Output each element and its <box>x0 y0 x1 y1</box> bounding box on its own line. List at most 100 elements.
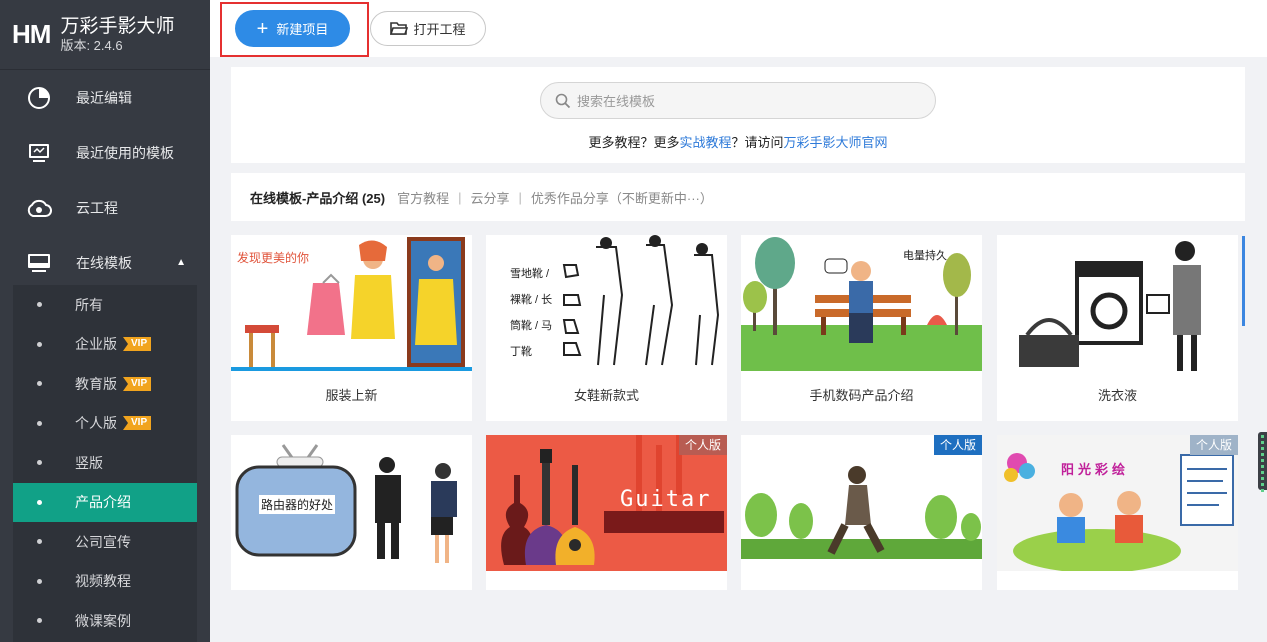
subnav-item-personal[interactable]: 个人版 VIP <box>13 404 197 444</box>
subnav-item-company-promo[interactable]: 公司宣传 <box>13 522 197 562</box>
tab-separator: | <box>518 189 522 205</box>
nav-label: 在线模板 <box>76 254 132 271</box>
thumb-caption: 路由器的好处 <box>259 495 336 514</box>
official-site-link[interactable]: 万彩手影大师官网 <box>784 135 888 150</box>
card-title: 女鞋新款式 <box>573 388 639 403</box>
template-card[interactable]: 电量持久 手机数码产品介绍 <box>741 235 982 421</box>
card-thumbnail: 个人版 <box>741 435 982 571</box>
thumb-caption: 雪地靴 / 裸靴 / 长筒靴 / 马丁靴 <box>510 268 553 358</box>
brand: HM 万彩手影大师 版本: 2.4.6 <box>0 0 210 70</box>
bullet-icon <box>37 499 42 505</box>
vip-badge: VIP <box>123 376 152 391</box>
nav-online-templates[interactable]: 在线模板 ▲ <box>0 235 210 290</box>
bullet-icon <box>37 578 42 584</box>
card-thumbnail: 雪地靴 / 裸靴 / 长筒靴 / 马丁靴 <box>486 235 727 371</box>
nav-recent-edit[interactable]: 最近编辑 <box>0 70 210 125</box>
template-card[interactable]: 路由器的好处 <box>231 435 472 590</box>
vip-badge: VIP <box>123 416 152 431</box>
card-thumbnail: Guitar 个人版 <box>486 435 727 571</box>
template-card[interactable]: 阳光彩绘 个人版 <box>997 435 1238 590</box>
template-card[interactable]: Guitar 个人版 <box>486 435 727 590</box>
template-card[interactable]: 发现更美的你 服装上新 <box>231 235 472 421</box>
subnav-label: 视频教程 <box>75 573 131 590</box>
search-icon <box>555 93 571 108</box>
subnav-item-vertical[interactable]: 竖版 <box>13 443 197 483</box>
card-title <box>997 571 1238 621</box>
tab-product-intro[interactable]: 在线模板-产品介绍 (25) <box>250 188 385 207</box>
tutorial-link[interactable]: 实战教程 <box>679 135 731 150</box>
app-name: 万彩手影大师 <box>60 15 175 37</box>
nav-cloud-projects[interactable]: 云工程 <box>0 180 210 235</box>
thumb-caption: 电量持久 <box>903 250 947 262</box>
bullet-icon <box>37 302 42 308</box>
subnav-label: 公司宣传 <box>75 533 131 550</box>
search-panel: 搜索在线模板 更多教程？更多实战教程？请访问万彩手影大师官网 <box>231 67 1245 163</box>
app-logo: HM <box>12 19 51 49</box>
bullet-icon <box>37 341 42 347</box>
card-thumbnail: 电量持久 <box>741 235 982 371</box>
subnav-label: 企业版 <box>75 336 117 353</box>
personal-badge: 个人版 <box>678 435 727 455</box>
template-tabs: 在线模板-产品介绍 (25) 官方教程 | 云分享 | 优秀作品分享（不断更新中… <box>231 173 1245 221</box>
bullet-icon <box>37 618 42 624</box>
help-text-2: ？请访问 <box>731 135 784 150</box>
bullet-icon <box>37 381 42 387</box>
personal-badge: 个人版 <box>933 435 982 455</box>
search-input[interactable]: 搜索在线模板 <box>540 82 936 119</box>
plus-icon: + <box>256 17 269 40</box>
card-title: 服装上新 <box>325 388 378 403</box>
thumb-caption: 阳光彩绘 <box>1061 462 1130 477</box>
personal-badge: 个人版 <box>1189 435 1238 455</box>
side-widget[interactable] <box>1258 432 1267 492</box>
subnav-label: 所有 <box>75 296 103 313</box>
subnav-label: 个人版 <box>75 415 117 432</box>
cloud-icon <box>26 195 52 221</box>
open-project-label: 打开工程 <box>413 22 466 37</box>
bullet-icon <box>37 420 42 426</box>
app-window: HM 万彩手影大师 版本: 2.4.6 最近编辑 最近使用的模板 云工程 在线模… <box>0 0 1267 642</box>
clock-pie-icon <box>26 85 52 111</box>
nav-label: 云工程 <box>76 199 118 216</box>
scrollbar-thumb[interactable] <box>1242 236 1245 326</box>
thumb-caption: Guitar <box>620 487 712 512</box>
subnav-item-product-intro[interactable]: 产品介绍 <box>13 482 197 522</box>
subnav-list: 所有 企业版 VIP 教育版 VIP 个人版 VIP 竖版 产品介绍 公司宣传 视频教… <box>13 285 197 642</box>
card-title <box>231 571 472 621</box>
subnav-label: 教育版 <box>75 375 117 392</box>
card-title <box>486 571 727 621</box>
tab-official-tutorials[interactable]: 官方教程 <box>397 188 449 207</box>
caret-up-icon[interactable]: ▲ <box>176 257 186 268</box>
new-project-button[interactable]: + 新建项目 <box>235 10 350 47</box>
help-text: 更多教程？更多实战教程？请访问万彩手影大师官网 <box>231 132 1245 151</box>
card-title: 洗衣液 <box>1097 388 1137 403</box>
card-thumbnail: 路由器的好处 <box>231 435 472 571</box>
bullet-icon <box>37 460 42 466</box>
new-project-label: 新建项目 <box>276 22 329 37</box>
card-title <box>741 571 982 621</box>
help-text-1: 更多教程？更多 <box>588 135 680 150</box>
template-card[interactable]: 个人版 <box>741 435 982 590</box>
vip-badge: VIP <box>123 337 152 352</box>
open-project-button[interactable]: 打开工程 <box>370 11 486 46</box>
sidebar: HM 万彩手影大师 版本: 2.4.6 最近编辑 最近使用的模板 云工程 在线模… <box>0 0 210 642</box>
card-thumbnail <box>997 235 1238 371</box>
template-card[interactable]: 雪地靴 / 裸靴 / 长筒靴 / 马丁靴 女鞋新款式 <box>486 235 727 421</box>
tab-separator: | <box>458 189 462 205</box>
card-thumbnail: 阳光彩绘 个人版 <box>997 435 1238 571</box>
subnav-item-enterprise[interactable]: 企业版 VIP <box>13 325 197 365</box>
nav-recent-templates[interactable]: 最近使用的模板 <box>0 125 210 180</box>
subnav-item-education[interactable]: 教育版 VIP <box>13 364 197 404</box>
subnav-label: 竖版 <box>75 454 103 471</box>
subnav-item-video-tutorials[interactable]: 视频教程 <box>13 562 197 602</box>
tab-cloud-share[interactable]: 云分享 <box>470 188 509 207</box>
nav-label: 最近使用的模板 <box>76 144 174 161</box>
tab-featured-works[interactable]: 优秀作品分享（不断更新中···） <box>531 188 713 207</box>
subnav-item-micro-lessons[interactable]: 微课案例 <box>13 601 197 641</box>
subnav-item-all[interactable]: 所有 <box>13 285 197 325</box>
subnav-label: 产品介绍 <box>75 494 131 511</box>
card-thumbnail: 发现更美的你 <box>231 235 472 371</box>
monitor-icon <box>26 140 52 166</box>
template-card[interactable]: 洗衣液 <box>997 235 1238 421</box>
nav-label: 最近编辑 <box>76 89 132 106</box>
bullet-icon <box>37 539 42 545</box>
